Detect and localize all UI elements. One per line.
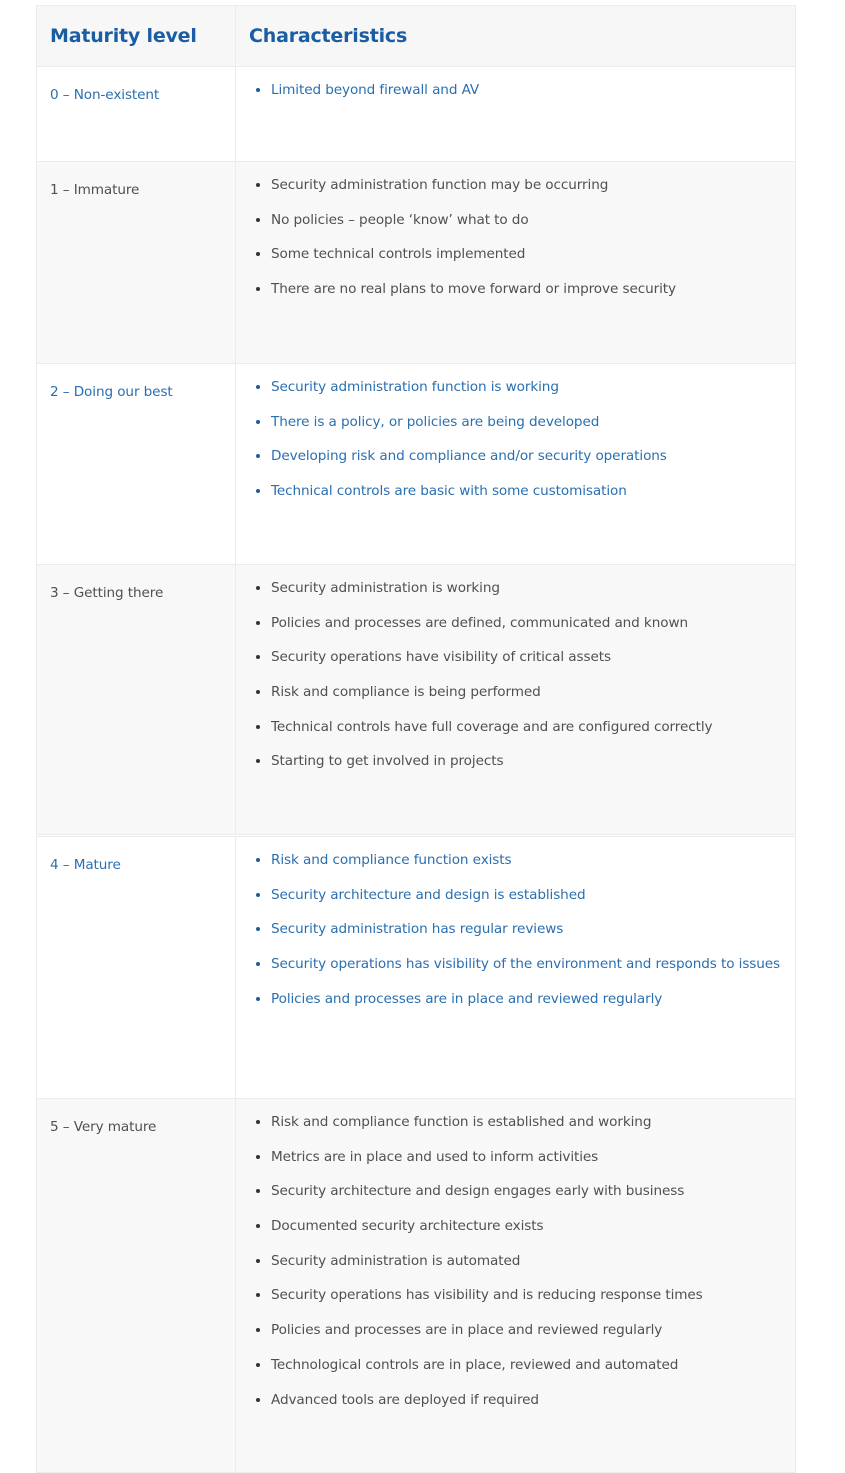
list-item: Starting to get involved in projects — [254, 747, 785, 775]
table-header-row: Maturity level Characteristics — [36, 5, 796, 67]
list-item: Limited beyond firewall and AV — [254, 76, 785, 104]
list-item: Security administration is working — [254, 574, 785, 602]
list-item: Policies and processes are in place and … — [254, 1316, 785, 1344]
characteristics-cell: Risk and compliance function is establis… — [235, 1098, 796, 1473]
list-item: Security architecture and design engages… — [254, 1177, 785, 1205]
maturity-level-cell: 2 – Doing our best — [36, 363, 236, 565]
list-item: Security architecture and design is esta… — [254, 881, 785, 909]
list-item: Risk and compliance function exists — [254, 846, 785, 874]
list-item: Technical controls are basic with some c… — [254, 477, 785, 505]
table-row-level-0: 0 – Non-existent Limited beyond firewall… — [36, 66, 796, 162]
list-item: Technical controls have full coverage an… — [254, 713, 785, 741]
list-item: Security operations has visibility and i… — [254, 1281, 785, 1309]
maturity-table: Maturity level Characteristics 0 – Non-e… — [36, 5, 796, 1473]
list-item: Advanced tools are deployed if required — [254, 1386, 785, 1414]
characteristics-list: Limited beyond firewall and AV — [254, 76, 785, 104]
list-item: Security administration function may be … — [254, 171, 785, 199]
list-item: There is a policy, or policies are being… — [254, 408, 785, 436]
list-item: Security operations have visibility of c… — [254, 643, 785, 671]
list-item: Some technical controls implemented — [254, 240, 785, 268]
table-row-level-3: 3 – Getting there Security administratio… — [36, 564, 796, 835]
characteristics-list: Risk and compliance function exists Secu… — [254, 846, 785, 1013]
maturity-level-cell: 5 – Very mature — [36, 1098, 236, 1473]
maturity-level-cell: 1 – Immature — [36, 161, 236, 364]
characteristics-list: Risk and compliance function is establis… — [254, 1108, 785, 1414]
characteristics-list: Security administration function is work… — [254, 373, 785, 505]
characteristics-list: Security administration is working Polic… — [254, 574, 785, 775]
list-item: There are no real plans to move forward … — [254, 275, 785, 303]
table-row-level-5: 5 – Very mature Risk and compliance func… — [36, 1098, 796, 1473]
list-item: Policies and processes are defined, comm… — [254, 609, 785, 637]
maturity-level-cell: 3 – Getting there — [36, 564, 236, 835]
list-item: Metrics are in place and used to inform … — [254, 1143, 785, 1171]
characteristics-cell: Risk and compliance function exists Secu… — [235, 836, 796, 1099]
list-item: Policies and processes are in place and … — [254, 985, 785, 1013]
list-item: Security administration is automated — [254, 1247, 785, 1275]
characteristics-cell: Limited beyond firewall and AV — [235, 66, 796, 162]
list-item: Risk and compliance function is establis… — [254, 1108, 785, 1136]
table-row-level-1: 1 – Immature Security administration fun… — [36, 161, 796, 364]
list-item: Documented security architecture exists — [254, 1212, 785, 1240]
maturity-level-cell: 0 – Non-existent — [36, 66, 236, 162]
table-row-level-4: 4 – Mature Risk and compliance function … — [36, 836, 796, 1099]
table-row-level-2: 2 – Doing our best Security administrati… — [36, 363, 796, 565]
characteristics-list: Security administration function may be … — [254, 171, 785, 303]
column-header-maturity-level: Maturity level — [36, 5, 236, 67]
list-item: Security administration function is work… — [254, 373, 785, 401]
characteristics-cell: Security administration function may be … — [235, 161, 796, 364]
list-item: Security administration has regular revi… — [254, 915, 785, 943]
characteristics-cell: Security administration is working Polic… — [235, 564, 796, 835]
list-item: No policies – people ‘know’ what to do — [254, 206, 785, 234]
list-item: Security operations has visibility of th… — [254, 950, 785, 978]
column-header-characteristics: Characteristics — [235, 5, 796, 67]
characteristics-cell: Security administration function is work… — [235, 363, 796, 565]
list-item: Developing risk and compliance and/or se… — [254, 442, 785, 470]
list-item: Risk and compliance is being performed — [254, 678, 785, 706]
maturity-level-cell: 4 – Mature — [36, 836, 236, 1099]
list-item: Technological controls are in place, rev… — [254, 1351, 785, 1379]
